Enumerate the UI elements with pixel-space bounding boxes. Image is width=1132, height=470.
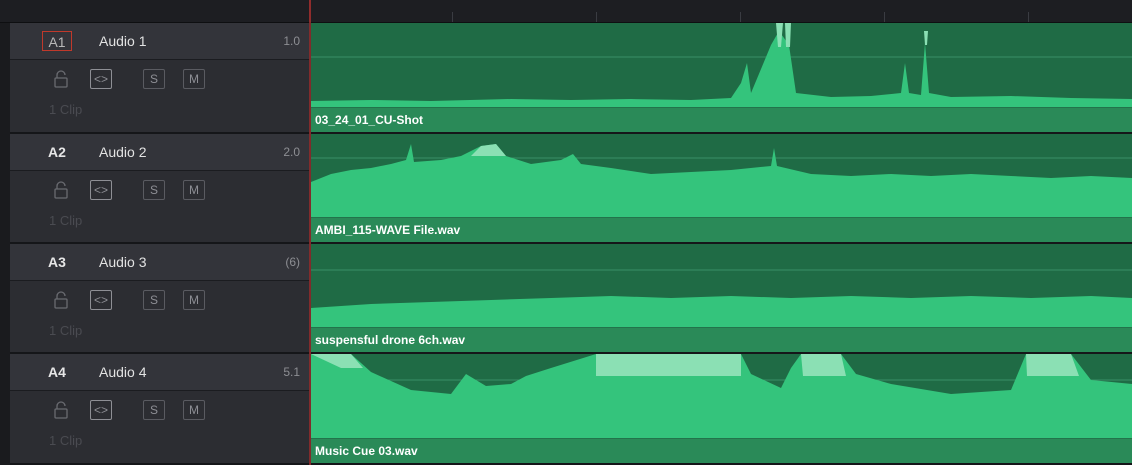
track-header-title-row: A4 Audio 4 5.1 [10, 354, 310, 391]
track-header-a4[interactable]: A4 Audio 4 5.1 <> S M 1 Clip [10, 354, 310, 465]
track-header-title-row: A2 Audio 2 2.0 [10, 134, 310, 171]
clip-name-bar[interactable]: AMBI_115-WAVE File.wav [311, 217, 1132, 242]
clip-name-bar[interactable]: 03_24_01_CU-Shot [311, 107, 1132, 132]
solo-button[interactable]: S [143, 400, 165, 420]
clip-lane-a2[interactable]: AMBI_115-WAVE File.wav [311, 134, 1132, 244]
clip-name-bar[interactable]: suspensful drone 6ch.wav [311, 327, 1132, 352]
clip-name-bar[interactable]: Music Cue 03.wav [311, 438, 1132, 463]
solo-button[interactable]: S [143, 69, 165, 89]
track-badge[interactable]: A3 [42, 252, 72, 272]
solo-button[interactable]: S [143, 180, 165, 200]
clip-count: 1 Clip [49, 102, 83, 117]
clip-lane-a1[interactable]: 03_24_01_CU-Shot [311, 23, 1132, 134]
timeline-panel: A1 Audio 1 1.0 <> S M 1 Clip A2 Audio 2 … [0, 0, 1132, 465]
auto-track-button[interactable]: <> [90, 69, 112, 89]
mute-button[interactable]: M [183, 69, 205, 89]
track-name[interactable]: Audio 3 [99, 252, 146, 272]
timeline-ruler[interactable] [0, 0, 1132, 23]
clip-count: 1 Clip [49, 323, 83, 338]
auto-track-button[interactable]: <> [90, 180, 112, 200]
track-channel-format: 2.0 [283, 145, 300, 159]
lock-icon[interactable] [54, 69, 68, 89]
track-badge[interactable]: A4 [42, 362, 72, 382]
ruler-tick [1028, 12, 1029, 22]
clip-lane-a4[interactable]: Music Cue 03.wav [311, 354, 1132, 465]
solo-button[interactable]: S [143, 290, 165, 310]
auto-track-button[interactable]: <> [90, 290, 112, 310]
mute-button[interactable]: M [183, 180, 205, 200]
lock-icon[interactable] [54, 400, 68, 420]
track-name[interactable]: Audio 4 [99, 362, 146, 382]
clip-name: AMBI_115-WAVE File.wav [315, 223, 461, 237]
track-channel-format: (6) [285, 255, 300, 269]
track-badge[interactable]: A2 [42, 142, 72, 162]
track-channel-format: 1.0 [283, 34, 300, 48]
track-header-a3[interactable]: A3 Audio 3 (6) <> S M 1 Clip [10, 244, 310, 354]
clip-count: 1 Clip [49, 433, 83, 448]
clip-lane-a3[interactable]: suspensful drone 6ch.wav [311, 244, 1132, 354]
clip-name: suspensful drone 6ch.wav [315, 333, 466, 347]
track-channel-format: 5.1 [283, 365, 300, 379]
auto-track-button[interactable]: <> [90, 400, 112, 420]
ruler-tick [884, 12, 885, 22]
mute-button[interactable]: M [183, 290, 205, 310]
lock-icon[interactable] [54, 290, 68, 310]
clip-name: Music Cue 03.wav [315, 444, 418, 458]
track-name[interactable]: Audio 1 [99, 31, 146, 51]
track-select-strip [0, 23, 10, 465]
track-header-title-row: A3 Audio 3 (6) [10, 244, 310, 281]
mute-button[interactable]: M [183, 400, 205, 420]
ruler-tick [596, 12, 597, 22]
clip-name: 03_24_01_CU-Shot [315, 113, 424, 127]
track-header-title-row: A1 Audio 1 1.0 [10, 23, 310, 60]
lock-icon[interactable] [54, 180, 68, 200]
track-name[interactable]: Audio 2 [99, 142, 146, 162]
playhead-line[interactable] [309, 0, 311, 465]
ruler-tick [740, 12, 741, 22]
clip-count: 1 Clip [49, 213, 83, 228]
track-badge[interactable]: A1 [42, 31, 72, 51]
track-header-a1[interactable]: A1 Audio 1 1.0 <> S M 1 Clip [10, 23, 310, 134]
ruler-tick [452, 12, 453, 22]
track-header-a2[interactable]: A2 Audio 2 2.0 <> S M 1 Clip [10, 134, 310, 244]
